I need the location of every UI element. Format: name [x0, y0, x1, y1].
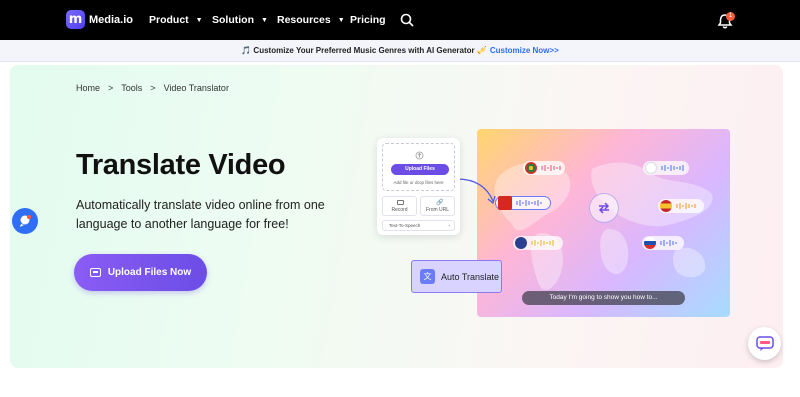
nav-item-label: Pricing	[350, 14, 386, 26]
card-hint: Add file or drop files here	[393, 180, 444, 185]
translation-map-illustration	[477, 129, 730, 317]
logo-mark-icon: m	[66, 10, 85, 29]
audio-wave-icon	[676, 203, 696, 209]
nav-item-label: Resources	[277, 14, 331, 26]
breadcrumb-current: Video Translator	[163, 83, 229, 93]
tts-label: Text-To-Speech	[389, 223, 421, 228]
brand-logo[interactable]: m Media.io	[66, 10, 133, 29]
brand-name: Media.io	[89, 13, 134, 26]
chat-button[interactable]	[748, 327, 781, 360]
promo-banner: 🎵 Customize Your Preferred Music Genres …	[0, 40, 800, 62]
audio-wave-icon	[661, 165, 684, 171]
promo-text: 🎵 Customize Your Preferred Music Genres …	[241, 46, 487, 55]
audio-wave-icon	[531, 240, 554, 246]
chat-icon	[755, 335, 774, 351]
page-title: Translate Video	[76, 149, 286, 181]
link-icon: 🔗	[436, 200, 444, 206]
nav-item-label: Product	[149, 14, 189, 26]
audio-wave-icon	[660, 240, 677, 246]
nav-item-resources[interactable]: Resources ▼	[277, 14, 345, 26]
breadcrumb-separator: >	[150, 83, 156, 93]
language-pill-korea	[643, 161, 689, 175]
world-map-graphic	[494, 162, 713, 290]
flag-russia-icon	[644, 237, 656, 249]
flag-uk-icon	[515, 237, 527, 249]
support-icon	[20, 215, 31, 227]
upload-files-button[interactable]: Upload Files Now	[74, 254, 207, 291]
notification-badge: 1	[726, 12, 735, 21]
top-navbar: m Media.io Product ▼ Solution ▼ Resources ▼…	[0, 0, 800, 40]
nav-item-label: Solution	[212, 14, 254, 26]
auto-translate-chip: 文 Auto Translate	[411, 260, 502, 293]
flag-portugal-icon	[525, 162, 537, 174]
from-url-option: 🔗 From URL	[420, 196, 455, 216]
arrow-icon	[456, 178, 496, 205]
language-pill-uk	[513, 236, 563, 250]
card-upload-button: Upload Files	[391, 164, 449, 175]
upload-files-label: Upload Files Now	[107, 267, 192, 278]
cloud-upload-icon	[415, 151, 424, 160]
nav-item-product[interactable]: Product ▼	[149, 14, 203, 26]
record-label: Record	[391, 207, 408, 213]
audio-wave-icon	[541, 165, 561, 171]
tts-option: Text-To-Speech ›	[382, 220, 455, 231]
chevron-right-icon: ›	[448, 223, 451, 228]
language-pill-china	[495, 196, 551, 210]
camera-icon	[397, 200, 404, 205]
language-pill-portugal	[523, 161, 565, 175]
nav-item-pricing[interactable]: Pricing	[350, 14, 386, 26]
swap-icon	[598, 202, 610, 214]
breadcrumb: Home > Tools > Video Translator	[76, 83, 229, 93]
page-description: Automatically translate video online fro…	[76, 198, 325, 231]
translate-icon: 文	[420, 269, 435, 284]
nav-item-solution[interactable]: Solution ▼	[212, 14, 268, 26]
record-option: Record	[382, 196, 417, 216]
auto-translate-label: Auto Translate	[441, 271, 500, 282]
breadcrumb-separator: >	[108, 83, 114, 93]
language-pill-spain	[658, 199, 704, 213]
upload-icon	[89, 268, 101, 277]
language-pill-russia	[642, 236, 684, 250]
audio-wave-icon	[516, 200, 542, 206]
from-url-label: From URL	[425, 207, 450, 213]
promo-link[interactable]: Customize Now>>	[490, 46, 559, 55]
card-options: Record 🔗 From URL	[382, 196, 455, 216]
chevron-down-icon: ▼	[337, 16, 345, 24]
chevron-down-icon: ▼	[261, 16, 268, 24]
breadcrumb-home[interactable]: Home	[76, 83, 100, 93]
flag-spain-icon	[660, 200, 672, 212]
breadcrumb-tools[interactable]: Tools	[121, 83, 142, 93]
support-float-button[interactable]	[12, 208, 38, 234]
upload-card-illustration: Upload Files Add file or drop files here…	[377, 138, 460, 235]
search-icon[interactable]	[400, 13, 414, 27]
subtitle-caption: Today I'm going to show you how to...	[522, 291, 685, 305]
flag-korea-icon	[645, 162, 657, 174]
flag-china-icon	[498, 196, 512, 210]
swap-language-icon	[589, 193, 619, 223]
chevron-down-icon: ▼	[195, 16, 203, 24]
